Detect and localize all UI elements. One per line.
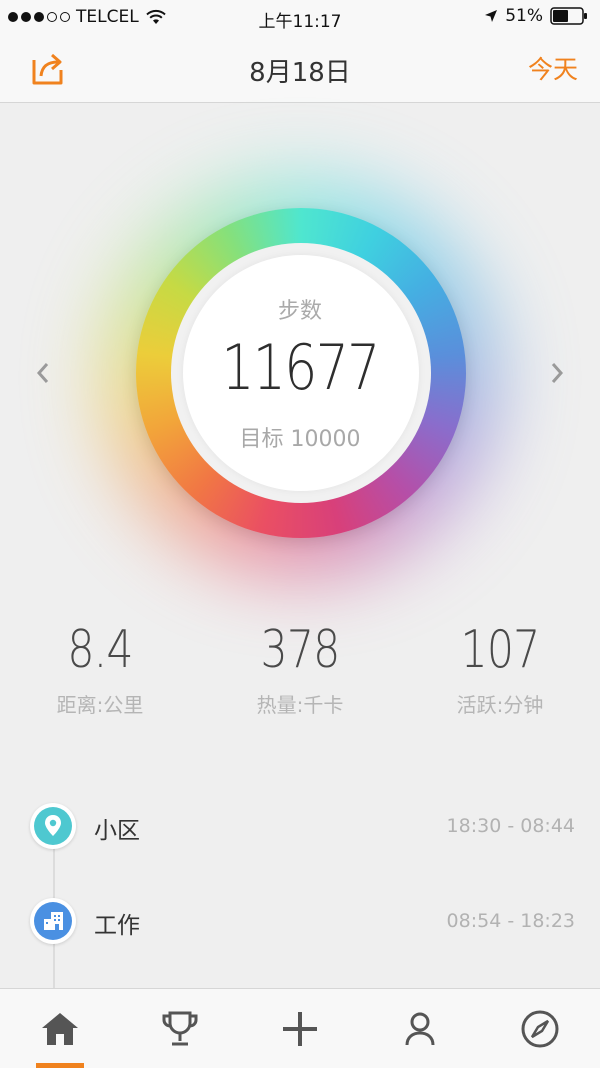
status-left: TELCEL <box>8 7 167 27</box>
distance-stat: 8.4 距离:公里 <box>0 615 200 718</box>
status-bar: TELCEL 上午11:17 51% <box>0 0 600 34</box>
carrier-name: TELCEL <box>76 7 139 27</box>
next-day-chevron-right-icon[interactable] <box>546 358 568 388</box>
calories-label: 热量:千卡 <box>256 693 344 717</box>
active-minutes-stat: 107 活跃:分钟 <box>400 615 600 718</box>
battery-percent: 51% <box>505 6 543 26</box>
timeline-item-home[interactable]: 小区 18:30 - 08:44 <box>30 803 590 853</box>
steps-label: 步数 <box>277 299 322 324</box>
plus-icon[interactable] <box>278 1007 322 1051</box>
trophy-icon[interactable] <box>158 1007 202 1051</box>
timeline-icon-badge <box>30 803 76 849</box>
calories-value: 378 <box>260 620 341 680</box>
timeline-place-label: 小区 <box>94 818 140 844</box>
distance-label: 距离:公里 <box>56 693 144 717</box>
location-arrow-icon <box>485 10 498 22</box>
page-title: 8月18日 <box>249 58 351 88</box>
wifi-icon <box>145 9 166 24</box>
previous-day-chevron-left-icon[interactable] <box>32 358 54 388</box>
compass-icon[interactable] <box>518 1007 562 1051</box>
active-minutes-label: 活跃:分钟 <box>456 693 544 717</box>
steps-goal: 目标 10000 <box>239 427 361 452</box>
stats-row: 8.4 距离:公里 378 热量:千卡 107 活跃:分钟 <box>0 615 600 725</box>
home-icon[interactable] <box>38 1007 82 1051</box>
tab-bar <box>0 988 600 1068</box>
active-minutes-value: 107 <box>460 620 541 680</box>
timeline-time-range: 18:30 - 08:44 <box>446 815 575 837</box>
profile-icon[interactable] <box>398 1007 442 1051</box>
status-right: 51% <box>484 6 588 26</box>
timeline-item-work[interactable]: 工作 08:54 - 18:23 <box>30 898 590 948</box>
steps-ring-area: 步数 11677 目标 10000 <box>0 103 600 623</box>
timeline-time-range: 08:54 - 18:23 <box>446 910 575 932</box>
timeline-place-label: 工作 <box>94 913 140 939</box>
signal-strength-icon <box>8 12 70 22</box>
navbar: 8月18日 今天 <box>0 34 600 103</box>
steps-count: 11677 <box>221 331 380 404</box>
location-pin-icon <box>45 815 61 836</box>
distance-value: 8.4 <box>67 620 133 680</box>
today-button[interactable]: 今天 <box>528 50 578 86</box>
calories-stat: 378 热量:千卡 <box>200 615 400 718</box>
active-tab-indicator <box>36 1063 84 1068</box>
battery-icon <box>550 7 587 25</box>
office-building-icon <box>44 912 63 930</box>
timeline-icon-badge <box>30 898 76 944</box>
